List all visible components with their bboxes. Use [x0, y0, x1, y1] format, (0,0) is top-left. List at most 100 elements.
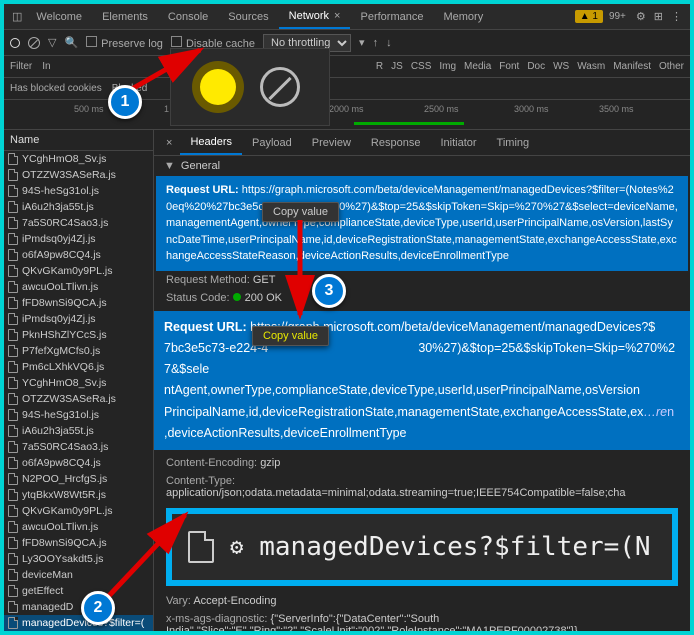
request-name: QKvGKam0y9PL.js [22, 505, 112, 517]
file-icon [8, 153, 18, 165]
type-ws[interactable]: WS [553, 61, 569, 72]
upload-icon[interactable]: ↑ [373, 37, 379, 49]
zoom-highlight: ⚙ managedDevices?$filter=(N [166, 508, 678, 586]
subtab-headers[interactable]: Headers [180, 131, 242, 155]
request-row[interactable]: P7fefXgMCfs0.js [4, 343, 153, 359]
download-icon[interactable]: ↓ [386, 37, 392, 49]
type-manifest[interactable]: Manifest [613, 61, 651, 72]
request-row[interactable]: iPmdsq0yj4Zj.js [4, 231, 153, 247]
clear-icon-magnified [260, 67, 300, 107]
file-icon [8, 441, 18, 453]
file-icon [8, 313, 18, 325]
request-name: iA6u2h3ja55t.js [22, 201, 94, 213]
request-row[interactable]: fFD8wnSi9QCA.js [4, 295, 153, 311]
request-row[interactable]: YCghHmO8_Sv.js [4, 375, 153, 391]
type-js[interactable]: JS [391, 61, 403, 72]
request-row[interactable]: Pm6cLXhkVQ6.js [4, 359, 153, 375]
annotation-3: 3 [312, 274, 346, 308]
timeline[interactable]: 500 ms 1 2000 ms 2500 ms 3000 ms 3500 ms [4, 100, 690, 130]
type-font[interactable]: Font [499, 61, 519, 72]
file-icon [8, 585, 18, 597]
request-row[interactable]: iPmdsq0yj4Zj.js [4, 311, 153, 327]
request-row[interactable]: N2POO_HrcfgS.js [4, 471, 153, 487]
type-css[interactable]: CSS [411, 61, 432, 72]
request-details: × Headers Payload Preview Response Initi… [154, 130, 690, 631]
dock-icon[interactable]: ⊞ [654, 10, 663, 23]
request-name: OTZZW3SASeRa.js [22, 169, 116, 181]
warning-badge[interactable]: ▲ 1 [575, 10, 603, 23]
name-column-header[interactable]: Name [4, 130, 153, 151]
file-icon [8, 489, 18, 501]
clear-button[interactable] [28, 37, 40, 49]
subtab-initiator[interactable]: Initiator [430, 132, 486, 154]
request-row[interactable]: awcuOoLTlivn.js [4, 279, 153, 295]
copy-value-tooltip-highlighted[interactable]: Copy value [252, 326, 329, 346]
request-name: PknHShZlYCcS.js [22, 329, 107, 341]
close-details-icon[interactable]: × [158, 137, 180, 149]
type-other[interactable]: Other [659, 61, 684, 72]
request-row[interactable]: OTZZW3SASeRa.js [4, 167, 153, 183]
subtab-timing[interactable]: Timing [487, 132, 540, 154]
timeline-tick: 1 [164, 104, 169, 114]
tab-sources[interactable]: Sources [218, 6, 278, 28]
file-icon [8, 185, 18, 197]
tab-elements[interactable]: Elements [92, 6, 158, 28]
request-row[interactable]: o6fA9pw8CQ4.js [4, 455, 153, 471]
type-doc[interactable]: Doc [527, 61, 545, 72]
type-img[interactable]: Img [439, 61, 456, 72]
request-row[interactable]: YCghHmO8_Sv.js [4, 151, 153, 167]
file-icon [8, 617, 18, 629]
subtab-preview[interactable]: Preview [302, 132, 361, 154]
request-row[interactable]: 7a5S0RC4Sao3.js [4, 215, 153, 231]
file-icon [8, 201, 18, 213]
tab-memory[interactable]: Memory [433, 6, 493, 28]
request-name: fFD8wnSi9QCA.js [22, 297, 107, 309]
tab-welcome[interactable]: Welcome [26, 6, 92, 28]
type-media[interactable]: Media [464, 61, 491, 72]
wifi-icon[interactable]: ▾ [359, 36, 365, 49]
request-name: 94S-heSg31ol.js [22, 409, 99, 421]
request-url-block[interactable]: Request URL: https://graph.microsoft.com… [156, 176, 688, 271]
file-icon [8, 249, 18, 261]
request-row[interactable]: iA6u2h3ja55t.js [4, 423, 153, 439]
request-row[interactable]: 94S-heSg31ol.js [4, 407, 153, 423]
close-icon[interactable]: × [334, 10, 340, 22]
type-wasm[interactable]: Wasm [577, 61, 605, 72]
request-row[interactable]: 94S-heSg31ol.js [4, 183, 153, 199]
gear-icon[interactable]: ⚙ [636, 10, 646, 23]
tab-network[interactable]: Network × [279, 5, 351, 29]
subtab-payload[interactable]: Payload [242, 132, 302, 154]
file-icon [8, 377, 18, 389]
arrow-2 [100, 505, 200, 605]
gear-icon: ⚙ [230, 535, 243, 560]
request-url-block-expanded[interactable]: Request URL: https://graph.microsoft.com… [154, 311, 690, 451]
request-row[interactable]: PknHShZlYCcS.js [4, 327, 153, 343]
request-row[interactable]: o6fA9pw8CQ4.js [4, 247, 153, 263]
file-icon [8, 169, 18, 181]
inspect-icon[interactable]: ◫ [12, 10, 22, 23]
request-name: iPmdsq0yj4Zj.js [22, 313, 96, 325]
request-name: 7a5S0RC4Sao3.js [22, 217, 108, 229]
request-name: managedDevices?$filter=( [22, 617, 144, 629]
request-row[interactable]: ytqBkxW8Wt5R.js [4, 487, 153, 503]
request-row[interactable]: OTZZW3SASeRa.js [4, 391, 153, 407]
request-row[interactable]: 7a5S0RC4Sao3.js [4, 439, 153, 455]
request-name: ytqBkxW8Wt5R.js [22, 489, 106, 501]
type-r[interactable]: R [376, 61, 383, 72]
chevron-down-icon: ▼ [164, 160, 175, 172]
more-icon[interactable]: ⋮ [671, 10, 682, 23]
request-row[interactable]: QKvGKam0y9PL.js [4, 263, 153, 279]
general-section[interactable]: ▼General [154, 156, 690, 176]
tab-console[interactable]: Console [158, 6, 218, 28]
tab-performance[interactable]: Performance [350, 6, 433, 28]
status-dot-icon [233, 293, 241, 301]
request-name: managedD [22, 601, 73, 613]
request-row[interactable]: iA6u2h3ja55t.js [4, 199, 153, 215]
record-button[interactable] [10, 38, 20, 48]
request-name: 94S-heSg31ol.js [22, 185, 99, 197]
issue-count[interactable]: 99+ [609, 11, 626, 22]
subtab-response[interactable]: Response [361, 132, 431, 154]
request-row[interactable]: managedDevices?$filter=( [4, 615, 153, 631]
file-icon [8, 329, 18, 341]
file-icon [8, 409, 18, 421]
